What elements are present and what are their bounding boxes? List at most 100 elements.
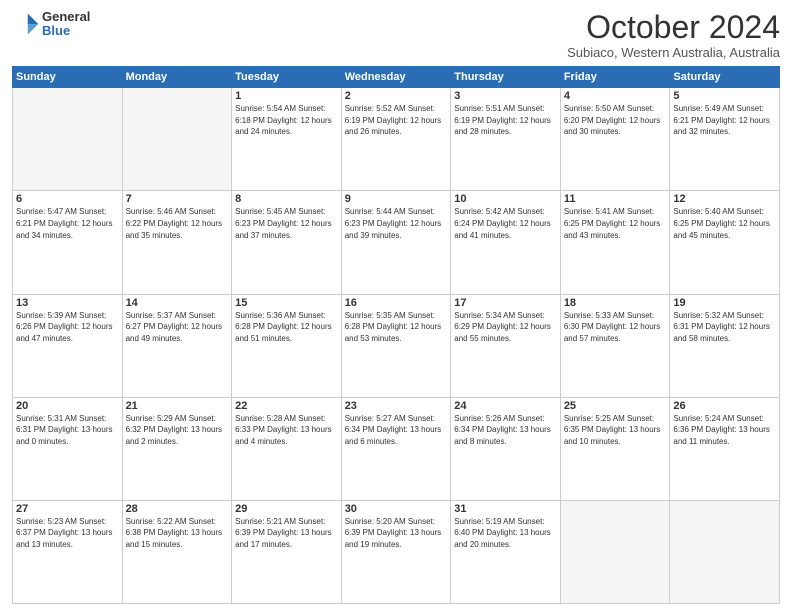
day-info: Sunrise: 5:23 AM Sunset: 6:37 PM Dayligh… (16, 516, 119, 551)
calendar-cell: 31Sunrise: 5:19 AM Sunset: 6:40 PM Dayli… (451, 500, 561, 603)
calendar-cell: 24Sunrise: 5:26 AM Sunset: 6:34 PM Dayli… (451, 397, 561, 500)
logo-general: General (42, 10, 90, 24)
day-info: Sunrise: 5:24 AM Sunset: 6:36 PM Dayligh… (673, 413, 776, 448)
day-number: 12 (673, 193, 776, 205)
calendar-cell (122, 88, 232, 191)
day-number: 19 (673, 297, 776, 309)
day-number: 22 (235, 400, 338, 412)
day-number: 26 (673, 400, 776, 412)
day-info: Sunrise: 5:52 AM Sunset: 6:19 PM Dayligh… (345, 103, 448, 138)
day-number: 18 (564, 297, 667, 309)
col-wednesday: Wednesday (341, 67, 451, 88)
calendar-cell: 19Sunrise: 5:32 AM Sunset: 6:31 PM Dayli… (670, 294, 780, 397)
day-number: 2 (345, 90, 448, 102)
calendar-header-row: Sunday Monday Tuesday Wednesday Thursday… (13, 67, 780, 88)
day-number: 8 (235, 193, 338, 205)
calendar-cell: 26Sunrise: 5:24 AM Sunset: 6:36 PM Dayli… (670, 397, 780, 500)
day-number: 7 (126, 193, 229, 205)
day-number: 17 (454, 297, 557, 309)
calendar-cell (670, 500, 780, 603)
day-number: 21 (126, 400, 229, 412)
logo-icon (12, 10, 40, 38)
calendar-week-2: 6Sunrise: 5:47 AM Sunset: 6:21 PM Daylig… (13, 191, 780, 294)
calendar-cell: 22Sunrise: 5:28 AM Sunset: 6:33 PM Dayli… (232, 397, 342, 500)
logo-text: General Blue (42, 10, 90, 39)
col-thursday: Thursday (451, 67, 561, 88)
day-info: Sunrise: 5:29 AM Sunset: 6:32 PM Dayligh… (126, 413, 229, 448)
day-info: Sunrise: 5:27 AM Sunset: 6:34 PM Dayligh… (345, 413, 448, 448)
logo-blue: Blue (42, 24, 90, 38)
day-info: Sunrise: 5:39 AM Sunset: 6:26 PM Dayligh… (16, 310, 119, 345)
day-number: 15 (235, 297, 338, 309)
day-number: 4 (564, 90, 667, 102)
day-info: Sunrise: 5:21 AM Sunset: 6:39 PM Dayligh… (235, 516, 338, 551)
day-info: Sunrise: 5:50 AM Sunset: 6:20 PM Dayligh… (564, 103, 667, 138)
day-info: Sunrise: 5:20 AM Sunset: 6:39 PM Dayligh… (345, 516, 448, 551)
calendar-cell: 25Sunrise: 5:25 AM Sunset: 6:35 PM Dayli… (560, 397, 670, 500)
calendar-cell: 7Sunrise: 5:46 AM Sunset: 6:22 PM Daylig… (122, 191, 232, 294)
calendar-cell: 23Sunrise: 5:27 AM Sunset: 6:34 PM Dayli… (341, 397, 451, 500)
day-info: Sunrise: 5:49 AM Sunset: 6:21 PM Dayligh… (673, 103, 776, 138)
calendar-cell: 3Sunrise: 5:51 AM Sunset: 6:19 PM Daylig… (451, 88, 561, 191)
title-block: October 2024 Subiaco, Western Australia,… (567, 10, 780, 60)
calendar-cell: 17Sunrise: 5:34 AM Sunset: 6:29 PM Dayli… (451, 294, 561, 397)
day-info: Sunrise: 5:35 AM Sunset: 6:28 PM Dayligh… (345, 310, 448, 345)
day-number: 14 (126, 297, 229, 309)
day-number: 20 (16, 400, 119, 412)
day-number: 27 (16, 503, 119, 515)
calendar-cell: 20Sunrise: 5:31 AM Sunset: 6:31 PM Dayli… (13, 397, 123, 500)
day-info: Sunrise: 5:32 AM Sunset: 6:31 PM Dayligh… (673, 310, 776, 345)
calendar-cell: 29Sunrise: 5:21 AM Sunset: 6:39 PM Dayli… (232, 500, 342, 603)
day-info: Sunrise: 5:33 AM Sunset: 6:30 PM Dayligh… (564, 310, 667, 345)
calendar-cell: 5Sunrise: 5:49 AM Sunset: 6:21 PM Daylig… (670, 88, 780, 191)
day-info: Sunrise: 5:34 AM Sunset: 6:29 PM Dayligh… (454, 310, 557, 345)
day-info: Sunrise: 5:22 AM Sunset: 6:38 PM Dayligh… (126, 516, 229, 551)
calendar-cell: 6Sunrise: 5:47 AM Sunset: 6:21 PM Daylig… (13, 191, 123, 294)
day-number: 25 (564, 400, 667, 412)
day-info: Sunrise: 5:54 AM Sunset: 6:18 PM Dayligh… (235, 103, 338, 138)
calendar-week-5: 27Sunrise: 5:23 AM Sunset: 6:37 PM Dayli… (13, 500, 780, 603)
calendar-cell: 12Sunrise: 5:40 AM Sunset: 6:25 PM Dayli… (670, 191, 780, 294)
calendar-cell: 10Sunrise: 5:42 AM Sunset: 6:24 PM Dayli… (451, 191, 561, 294)
calendar-cell: 16Sunrise: 5:35 AM Sunset: 6:28 PM Dayli… (341, 294, 451, 397)
page: General Blue October 2024 Subiaco, Weste… (0, 0, 792, 612)
calendar-week-1: 1Sunrise: 5:54 AM Sunset: 6:18 PM Daylig… (13, 88, 780, 191)
day-info: Sunrise: 5:42 AM Sunset: 6:24 PM Dayligh… (454, 206, 557, 241)
header: General Blue October 2024 Subiaco, Weste… (12, 10, 780, 60)
day-info: Sunrise: 5:44 AM Sunset: 6:23 PM Dayligh… (345, 206, 448, 241)
day-info: Sunrise: 5:36 AM Sunset: 6:28 PM Dayligh… (235, 310, 338, 345)
calendar-cell: 13Sunrise: 5:39 AM Sunset: 6:26 PM Dayli… (13, 294, 123, 397)
day-number: 1 (235, 90, 338, 102)
calendar-cell: 21Sunrise: 5:29 AM Sunset: 6:32 PM Dayli… (122, 397, 232, 500)
day-info: Sunrise: 5:41 AM Sunset: 6:25 PM Dayligh… (564, 206, 667, 241)
day-info: Sunrise: 5:26 AM Sunset: 6:34 PM Dayligh… (454, 413, 557, 448)
calendar-cell: 2Sunrise: 5:52 AM Sunset: 6:19 PM Daylig… (341, 88, 451, 191)
day-number: 5 (673, 90, 776, 102)
day-info: Sunrise: 5:19 AM Sunset: 6:40 PM Dayligh… (454, 516, 557, 551)
calendar-week-4: 20Sunrise: 5:31 AM Sunset: 6:31 PM Dayli… (13, 397, 780, 500)
calendar-table: Sunday Monday Tuesday Wednesday Thursday… (12, 66, 780, 604)
calendar-cell: 4Sunrise: 5:50 AM Sunset: 6:20 PM Daylig… (560, 88, 670, 191)
day-number: 28 (126, 503, 229, 515)
day-number: 23 (345, 400, 448, 412)
day-number: 6 (16, 193, 119, 205)
calendar-cell (560, 500, 670, 603)
day-number: 10 (454, 193, 557, 205)
day-info: Sunrise: 5:25 AM Sunset: 6:35 PM Dayligh… (564, 413, 667, 448)
day-info: Sunrise: 5:31 AM Sunset: 6:31 PM Dayligh… (16, 413, 119, 448)
day-number: 13 (16, 297, 119, 309)
day-info: Sunrise: 5:51 AM Sunset: 6:19 PM Dayligh… (454, 103, 557, 138)
day-info: Sunrise: 5:47 AM Sunset: 6:21 PM Dayligh… (16, 206, 119, 241)
col-tuesday: Tuesday (232, 67, 342, 88)
calendar-week-3: 13Sunrise: 5:39 AM Sunset: 6:26 PM Dayli… (13, 294, 780, 397)
col-saturday: Saturday (670, 67, 780, 88)
calendar-cell: 30Sunrise: 5:20 AM Sunset: 6:39 PM Dayli… (341, 500, 451, 603)
day-info: Sunrise: 5:46 AM Sunset: 6:22 PM Dayligh… (126, 206, 229, 241)
location: Subiaco, Western Australia, Australia (567, 45, 780, 60)
logo: General Blue (12, 10, 90, 39)
calendar-cell: 9Sunrise: 5:44 AM Sunset: 6:23 PM Daylig… (341, 191, 451, 294)
day-number: 31 (454, 503, 557, 515)
day-info: Sunrise: 5:28 AM Sunset: 6:33 PM Dayligh… (235, 413, 338, 448)
calendar-cell: 28Sunrise: 5:22 AM Sunset: 6:38 PM Dayli… (122, 500, 232, 603)
calendar-cell (13, 88, 123, 191)
